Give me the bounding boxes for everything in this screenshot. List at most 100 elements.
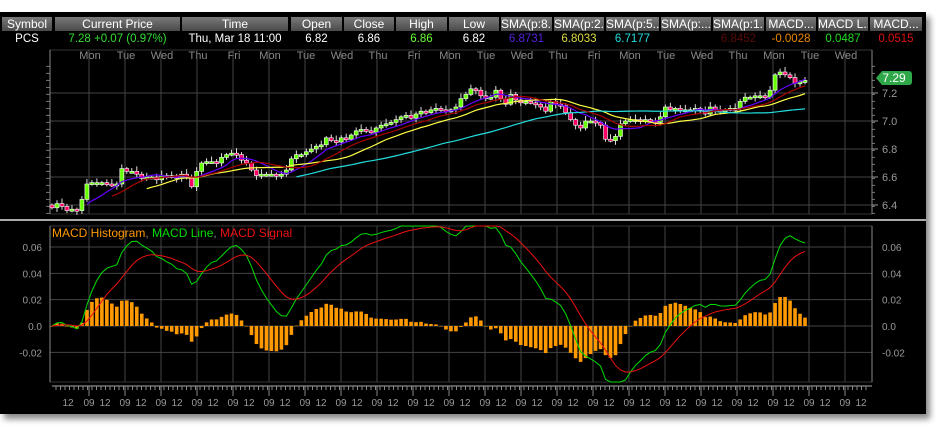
histogram-bar bbox=[234, 314, 239, 326]
price-tick-label: 6.4 bbox=[882, 200, 897, 212]
histogram-bar bbox=[553, 326, 558, 346]
histogram-bar bbox=[284, 326, 289, 346]
candle bbox=[64, 206, 70, 211]
price-tick-label: 6.6 bbox=[882, 172, 897, 184]
histogram-bar bbox=[558, 326, 563, 345]
candle bbox=[782, 71, 788, 76]
candle bbox=[209, 161, 214, 164]
histogram-bar bbox=[444, 326, 448, 330]
histogram-bar bbox=[95, 298, 99, 326]
histogram-bar bbox=[379, 318, 383, 326]
histogram-bar bbox=[174, 326, 179, 335]
time-label: 12 bbox=[495, 398, 507, 409]
last-price-tag: 7.29 bbox=[876, 71, 912, 85]
histogram-bar bbox=[548, 326, 553, 349]
histogram-bar bbox=[583, 326, 588, 359]
time-label: 12 bbox=[99, 398, 111, 409]
candle bbox=[413, 113, 419, 119]
candle bbox=[573, 119, 578, 126]
candle bbox=[199, 162, 204, 172]
time-label: 12 bbox=[207, 398, 219, 409]
candle bbox=[99, 182, 105, 185]
candle bbox=[583, 120, 588, 129]
candle bbox=[104, 182, 110, 185]
histogram-bar bbox=[105, 299, 109, 326]
time-label: 09 bbox=[227, 398, 239, 409]
histogram-bar bbox=[244, 326, 249, 327]
candle bbox=[787, 74, 793, 78]
histogram-bar bbox=[673, 302, 678, 326]
candle bbox=[343, 137, 349, 141]
histogram-bar bbox=[115, 306, 119, 326]
histogram-bar bbox=[249, 326, 254, 336]
candle bbox=[603, 124, 608, 140]
histogram-bar bbox=[134, 306, 139, 326]
time-label: 12 bbox=[279, 398, 291, 409]
candle bbox=[423, 110, 429, 114]
macd-signal-line bbox=[51, 225, 806, 373]
histogram-bar bbox=[399, 318, 403, 326]
candle bbox=[84, 183, 90, 200]
histogram-bar bbox=[518, 326, 523, 346]
candle bbox=[328, 137, 334, 141]
histogram-bar bbox=[269, 326, 274, 352]
macd-line bbox=[51, 225, 806, 383]
histogram-bar bbox=[120, 300, 124, 326]
histogram-bar bbox=[618, 326, 623, 345]
histogram-bar bbox=[259, 326, 264, 349]
candle bbox=[69, 208, 75, 212]
candle bbox=[254, 169, 259, 176]
chart-window: Symbol PCS Current Price 7.28 +0.07 (0.97%)… bbox=[0, 12, 926, 414]
histogram-bar bbox=[543, 326, 548, 354]
histogram-bar bbox=[274, 326, 279, 352]
histogram-bar bbox=[439, 326, 443, 327]
candle bbox=[478, 89, 484, 97]
price-panel bbox=[49, 49, 873, 215]
candle bbox=[214, 161, 219, 164]
histogram-bar bbox=[513, 326, 518, 342]
macd-tick-label-left: 0.04 bbox=[23, 269, 43, 280]
candle bbox=[229, 152, 234, 156]
candle bbox=[418, 110, 424, 115]
candle bbox=[802, 80, 808, 83]
candle bbox=[468, 88, 474, 95]
chart-canvas[interactable]: 7.2 7.0 6.8 6.6 6.4 0.06 0.06 0.04 0.04 0.02 0.02 0… bbox=[0, 12, 926, 414]
time-label: 09 bbox=[191, 398, 203, 409]
time-label: 12 bbox=[423, 398, 435, 409]
candle bbox=[204, 161, 209, 164]
candle bbox=[403, 115, 409, 118]
histogram-bar bbox=[793, 308, 797, 326]
candle bbox=[304, 151, 309, 155]
time-label: 12 bbox=[711, 398, 723, 409]
time-label: 09 bbox=[299, 398, 311, 409]
histogram-bar bbox=[773, 303, 777, 326]
histogram-bar bbox=[294, 325, 299, 327]
histogram-bar bbox=[254, 326, 259, 345]
candle bbox=[463, 94, 469, 99]
time-label: 12 bbox=[135, 398, 147, 409]
candle bbox=[318, 144, 324, 148]
candle bbox=[294, 154, 299, 160]
candle bbox=[383, 123, 389, 127]
candle bbox=[528, 101, 534, 104]
candle bbox=[194, 171, 199, 188]
candle bbox=[219, 157, 224, 164]
histogram-bar bbox=[184, 326, 189, 335]
time-label: 09 bbox=[479, 398, 491, 409]
histogram-bar bbox=[713, 318, 718, 326]
histogram-bar bbox=[324, 303, 329, 326]
histogram-bar bbox=[723, 322, 728, 326]
histogram-bar bbox=[349, 312, 354, 326]
time-label: 12 bbox=[639, 398, 651, 409]
histogram-bar bbox=[434, 324, 438, 326]
candle bbox=[742, 96, 748, 102]
candle bbox=[543, 106, 548, 112]
legend-histogram: MACD Histogram bbox=[52, 226, 146, 240]
macd-tick-label-right: 0.04 bbox=[882, 269, 902, 280]
time-label: 09 bbox=[695, 398, 707, 409]
candle bbox=[333, 140, 339, 143]
histogram-bar bbox=[424, 323, 428, 326]
candle bbox=[673, 108, 678, 111]
histogram-bar bbox=[643, 315, 648, 326]
time-label: 09 bbox=[731, 398, 743, 409]
